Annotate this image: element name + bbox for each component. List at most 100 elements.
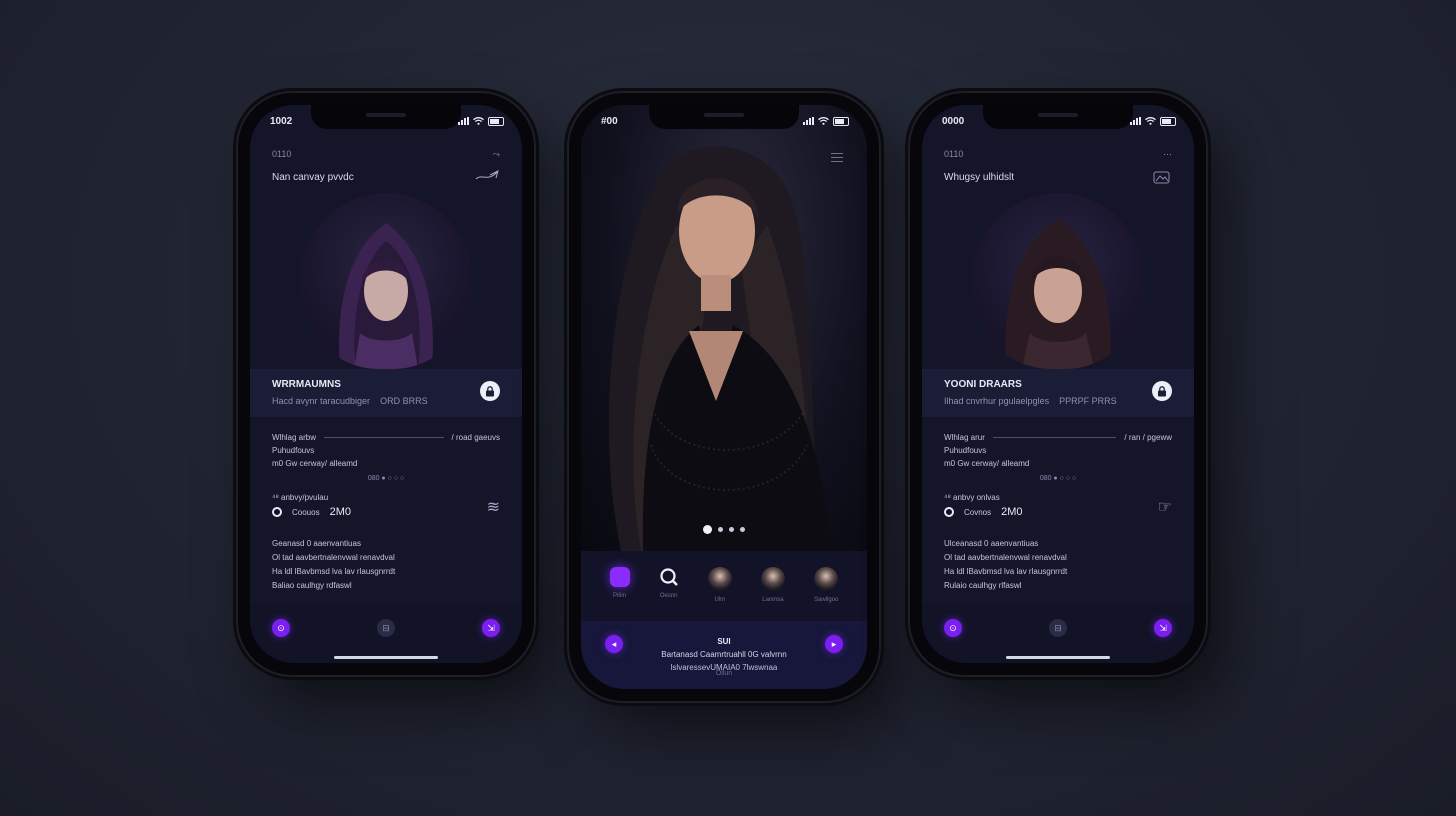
battery-icon	[488, 116, 504, 126]
screen-middle: #00 Pitiin Oesnn Ulm Lanmsa Sawllgoo ◂ S…	[581, 105, 867, 689]
signal-icon	[803, 117, 814, 125]
search-icon	[660, 568, 678, 586]
text-block: Geanasd 0 aaenvantiuas Ol tad aavbertnal…	[272, 537, 500, 593]
lock-icon[interactable]	[480, 381, 500, 401]
edit-icon[interactable]: ≋	[487, 497, 500, 517]
text-line: Ulceanasd 0 aaenvantiuas	[944, 539, 1039, 548]
topbar-label: 0110	[272, 149, 292, 159]
home-indicator	[1006, 656, 1110, 659]
info-line: Puhudfouvs	[944, 446, 987, 455]
divider	[324, 437, 444, 438]
home-button[interactable]: ⊙	[944, 619, 962, 637]
stat-block: ⁴⁸ anbvy/pvulau Coouos 2M0 ≋	[272, 493, 500, 518]
radio-icon[interactable]	[944, 507, 954, 517]
battery-icon	[1160, 116, 1176, 126]
avatar	[814, 567, 839, 591]
info-title: Wlhlag arbw	[272, 433, 317, 442]
profile-portrait	[972, 193, 1144, 369]
home-button[interactable]: ⊙	[272, 619, 290, 637]
text-line: Geanasd 0 aaenvantiuas	[272, 539, 361, 548]
info-line: m0 Gw cerway/ alleamd	[944, 459, 1030, 468]
action-button[interactable]: ⇲	[1154, 619, 1172, 637]
signal-icon	[1130, 117, 1141, 125]
tray-item-profile[interactable]: Ulm	[707, 567, 732, 603]
stat-caption: Coouos	[292, 507, 320, 517]
screen-right: 0000 0110 ⋯ Whugsy ulhidslt YOONI DRAARS…	[922, 105, 1194, 663]
app-icon	[609, 567, 630, 587]
stat-label: ⁴⁸ anbvy/pvulau	[272, 493, 329, 502]
pagination-dots[interactable]: 080 ● ○ ○ ○	[272, 472, 500, 485]
profile-tag: PPRPF PRRS	[1059, 396, 1117, 406]
stat-value: 2M0	[329, 506, 351, 518]
status-time: 0000	[942, 115, 965, 127]
hero-photo	[581, 105, 867, 551]
action-button[interactable]: ⇲	[482, 619, 500, 637]
tray-label: Pitiin	[613, 593, 627, 599]
topbar: 0110 ⋯	[944, 149, 1172, 160]
tray-item-app[interactable]: Pitiin	[609, 567, 630, 599]
gallery-icon[interactable]	[1152, 169, 1172, 185]
wifi-icon	[1145, 117, 1156, 125]
signal-icon	[458, 117, 469, 125]
profile-band: WRRMAUMNS Hacd avynr taracudbiger ORD BR…	[250, 369, 522, 417]
stat-block: ⁴⁸ anbvy onlvas Covnos 2M0 ☞	[944, 493, 1172, 518]
battery-icon	[833, 116, 849, 126]
more-icon[interactable]: ⋯	[1163, 149, 1172, 160]
info-line: m0 Gw cerway/ alleamd	[272, 459, 358, 468]
phone-left: 1002 0110 ⤳ Nan canvay pvvdc WRRMAUMNS H…	[238, 93, 534, 675]
tray-label: Sawllgoo	[814, 597, 839, 603]
avatar	[707, 567, 732, 591]
status-bar: #00	[601, 113, 849, 129]
menu-icon[interactable]	[831, 153, 843, 165]
profile-portrait	[300, 193, 472, 369]
center-button[interactable]: ⊟	[377, 619, 395, 637]
tray-item-profile[interactable]: Lanmsa	[760, 567, 785, 603]
status-bar: 1002	[270, 113, 504, 129]
photo-pager[interactable]	[703, 525, 745, 534]
info-line: Puhudfouvs	[272, 446, 315, 455]
profile-tag: ORD BRRS	[380, 396, 428, 406]
screen-left: 1002 0110 ⤳ Nan canvay pvvdc WRRMAUMNS H…	[250, 105, 522, 663]
swirl-icon[interactable]: ⤳	[493, 149, 500, 160]
page-title: Whugsy ulhidslt	[944, 171, 1015, 183]
home-indicator	[334, 656, 438, 659]
heading-row: Nan canvay pvvdc	[272, 169, 500, 185]
lock-icon[interactable]	[1152, 381, 1172, 401]
center-button[interactable]: ⊟	[1049, 619, 1067, 637]
next-button[interactable]: ▸	[824, 635, 843, 653]
text-line: Ol tad aavbertnalenvwal renavdval	[272, 553, 395, 562]
pagination-dots[interactable]: 080 ● ○ ○ ○	[944, 472, 1172, 485]
stat-value: 2M0	[1001, 506, 1023, 518]
status-time: #00	[601, 115, 618, 127]
topbar: 0110 ⤳	[272, 149, 500, 160]
footer-panel: ◂ SUI Bartanasd Caamrtruahll 0G valvrnn …	[581, 621, 867, 689]
send-icon[interactable]	[474, 169, 500, 185]
tray-item-search[interactable]: Oesnn	[659, 567, 679, 599]
wifi-icon	[818, 117, 829, 125]
radio-icon[interactable]	[272, 507, 282, 517]
info-right: / road gaeuvs	[451, 433, 500, 442]
status-time: 1002	[270, 115, 293, 127]
bottom-bar: ⊙ ⊟ ⇲	[922, 603, 1194, 663]
prev-button[interactable]: ◂	[605, 635, 623, 653]
info-right: / ran / pgeww	[1124, 433, 1172, 442]
hand-icon[interactable]: ☞	[1158, 497, 1172, 517]
info-title: Wlhlag arur	[944, 433, 985, 442]
footer-title: SUI	[717, 637, 731, 646]
text-line: Rulaio caulhgy rlfaswl	[944, 581, 1022, 590]
profile-band: YOONI DRAARS Ilhad cnvrhur pgulaelpgles …	[922, 369, 1194, 417]
text-line: Ha ldl lBavbmsd lva lav rlausgnrrdt	[944, 567, 1068, 576]
text-line: Ol tad aavbertnalenvwal renavdval	[944, 553, 1067, 562]
heading-row: Whugsy ulhidslt	[944, 169, 1172, 185]
footer-more-link[interactable]: Ollun	[581, 670, 867, 677]
bottom-bar: ⊙ ⊟ ⇲	[250, 603, 522, 663]
profile-name: YOONI DRAARS	[944, 379, 1022, 390]
footer-line: Bartanasd Caamrtruahll 0G valvrnn	[661, 650, 787, 659]
tray-item-profile[interactable]: Sawllgoo	[814, 567, 838, 603]
tray-label: Oesnn	[659, 593, 678, 599]
text-line: Ha ldl lBavbmsd lva lav rlausgnrrdt	[272, 567, 396, 576]
status-bar: 0000	[942, 113, 1176, 129]
phone-right: 0000 0110 ⋯ Whugsy ulhidslt YOONI DRAARS…	[910, 93, 1206, 675]
text-block: Ulceanasd 0 aaenvantiuas Ol tad aavbertn…	[944, 537, 1172, 593]
wifi-icon	[473, 117, 484, 125]
